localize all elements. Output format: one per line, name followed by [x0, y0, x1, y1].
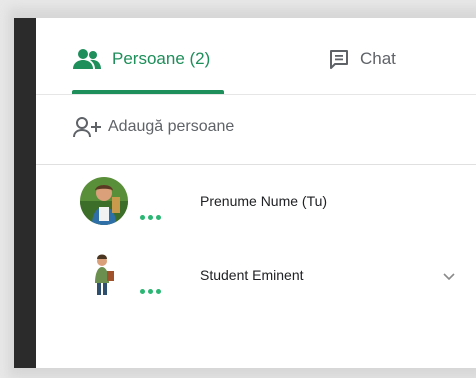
participant-name: Student Eminent — [200, 267, 304, 283]
participant-name: Prenume Nume (Tu) — [200, 193, 328, 209]
tab-people[interactable]: Persoane (2) — [72, 44, 210, 74]
participant-avatar — [80, 251, 161, 307]
left-dark-edge — [14, 18, 36, 368]
chevron-down-icon[interactable] — [442, 269, 456, 283]
tab-people-label: Persoane (2) — [112, 49, 211, 68]
panel-tabs: Persoane (2) Chat — [36, 18, 476, 95]
avatar-teacher-icon — [80, 177, 128, 225]
participant-row[interactable]: Student Eminent — [36, 239, 476, 313]
people-icon — [72, 48, 102, 70]
status-dots-icon — [140, 215, 161, 220]
add-people-button[interactable]: Adaugă persoane — [72, 112, 234, 142]
participant-avatar — [80, 177, 161, 233]
add-person-icon — [72, 116, 102, 138]
active-tab-indicator — [72, 90, 224, 94]
add-people-label: Adaugă persoane — [108, 118, 235, 135]
tab-chat[interactable]: Chat — [328, 44, 396, 74]
tab-chat-label: Chat — [360, 49, 396, 68]
participant-row[interactable]: Prenume Nume (Tu) — [36, 165, 476, 239]
status-dots-icon — [140, 289, 161, 294]
chat-icon — [328, 48, 350, 70]
participants-list: Prenume Nume (Tu) Student Eminent — [36, 165, 476, 313]
avatar-student-icon — [80, 251, 128, 299]
